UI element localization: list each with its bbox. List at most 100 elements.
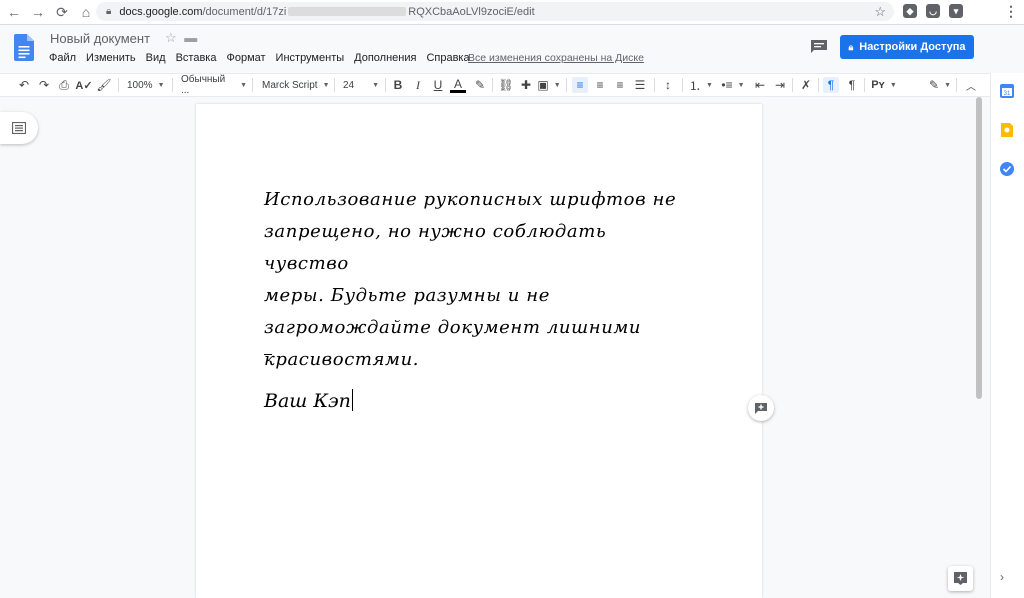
forward-icon[interactable]: → [28,2,48,22]
document-outline-button[interactable] [0,112,38,144]
align-left-icon[interactable]: ≡ [572,77,588,93]
side-panel [990,73,1024,598]
align-justify-icon[interactable]: ☰ [632,77,648,93]
toolbar-divider [818,78,819,92]
signature-dash [264,354,272,355]
align-center-icon[interactable]: ≡ [592,77,608,93]
zoom-value: 100% [127,79,153,91]
explore-button[interactable] [948,566,973,591]
chevron-down-icon: ▼ [944,81,951,89]
toolbar-divider [118,78,119,92]
print-icon[interactable]: ⎙ [56,77,72,93]
url-host: docs.google.com [119,5,203,18]
chevron-down-icon: ▼ [737,81,745,89]
line-spacing-icon[interactable]: ↕ [660,77,676,93]
share-label: Настройки Доступа [859,41,966,53]
chevron-right-icon[interactable]: › [1000,570,1004,584]
link-icon[interactable]: ⛓︎ [498,77,514,93]
chevron-down-icon: ▼ [322,81,330,89]
paragraph-line: меры. Будьте разумны и не [264,285,551,306]
document-body[interactable]: Использование рукописных шрифтов не запр… [264,184,694,376]
style-value: Обычный ... [181,74,226,96]
menu-addons[interactable]: Дополнения [354,52,416,64]
add-comment-button[interactable] [748,395,774,421]
comments-icon[interactable] [810,39,828,53]
chevron-down-icon: ▼ [240,81,247,89]
font-select[interactable]: Marck Script ▼ [262,77,330,93]
url-path-start: /document/d/17zi [202,5,287,18]
tasks-icon[interactable] [1000,162,1014,176]
rtl-paragraph-icon[interactable]: ¶ [844,77,860,93]
home-icon[interactable]: ⌂ [76,2,96,22]
ltr-paragraph-icon[interactable]: ¶ [823,77,839,93]
back-icon[interactable]: ← [4,2,24,22]
decrease-indent-icon[interactable]: ⇤ [752,77,768,93]
keep-icon[interactable] [1000,123,1014,137]
url-redacted [288,7,407,16]
text-cursor [351,389,353,411]
redo-icon[interactable]: ↷ [36,77,52,93]
bookmark-star-icon[interactable]: ☆ [874,4,886,20]
save-status-link[interactable]: Все изменения сохранены на Диске [468,52,644,64]
share-button[interactable]: 🔒︎ Настройки Доступа [840,35,974,59]
paragraph-line: запрещено, но нужно соблюдать чувство [264,221,607,274]
text-color-icon[interactable]: A [450,77,466,93]
scrollbar-thumb[interactable] [976,97,982,399]
insert-comment-icon[interactable]: ✚ [518,77,534,93]
numbered-list-icon[interactable]: ⒈ ▼ [688,77,714,93]
formatting-toolbar: ↶ ↷ ⎙ A✓ 🖌︎ 100% ▼ Обычный ... ▼ Marck Scr… [0,73,990,97]
bold-icon[interactable]: B [390,77,406,93]
insert-image-icon[interactable]: ▣ ▼ [537,77,560,93]
reload-icon[interactable]: ⟳ [52,2,72,22]
pocket-icon[interactable]: ◡ [926,4,940,18]
increase-indent-icon[interactable]: ⇥ [772,77,788,93]
signature-line: Ваш Кэп [264,389,353,412]
shield-icon[interactable]: ▾ [949,4,963,18]
title-icons: ☆ ▬ [165,30,197,46]
document-page[interactable]: Использование рукописных шрифтов не запр… [196,104,762,598]
paint-format-icon[interactable]: 🖌︎ [96,77,112,93]
font-size-value: 24 [343,79,355,91]
chevron-down-icon: ▼ [889,81,897,89]
highlight-icon[interactable]: ✎ [472,77,488,93]
bulleted-list-icon[interactable]: •≡ ▼ [720,77,746,93]
menu-insert[interactable]: Вставка [176,52,217,64]
toolbar-divider [864,78,865,92]
paragraph-line: Использование рукописных шрифтов не [264,189,677,210]
lock-icon: 🔒︎ [106,6,112,17]
underline-icon[interactable]: U [430,77,446,93]
calendar-icon[interactable]: 31 [1000,84,1014,98]
toolbar-divider [956,78,957,92]
toolbar-divider [566,78,567,92]
collapse-menus-icon[interactable]: ︿ [963,77,979,93]
url-path-end: RQXCbaAoLVl9zociE/edit [408,5,535,18]
style-select[interactable]: Обычный ... ▼ [181,74,247,96]
menu-format[interactable]: Формат [226,52,265,64]
italic-icon[interactable]: I [410,77,426,93]
menu-view[interactable]: Вид [146,52,166,64]
font-size-select[interactable]: 24 ▼ [343,77,383,93]
lock-icon: 🔒︎ [848,41,854,52]
svg-text:31: 31 [1004,91,1011,97]
undo-icon[interactable]: ↶ [16,77,32,93]
input-tools-icon[interactable]: Pʏ ▼ [871,77,897,93]
clear-formatting-icon[interactable]: ✗ [798,77,814,93]
align-right-icon[interactable]: ≡ [612,77,628,93]
address-bar[interactable]: 🔒︎ docs.google.com /document/d/17zi RQXC… [96,2,894,21]
spellcheck-icon[interactable]: A✓ [75,77,92,93]
star-icon[interactable]: ☆ [165,30,177,45]
chevron-down-icon: ▼ [372,81,380,89]
menu-file[interactable]: Файл [49,52,76,64]
docs-logo-icon[interactable] [14,34,34,61]
editing-mode-icon[interactable]: ✎ ▼ [928,77,952,93]
zoom-select[interactable]: 100% ▼ [127,77,169,93]
toolbar-divider [654,78,655,92]
extension-icon[interactable]: ◆ [903,4,917,18]
folder-icon[interactable]: ▬ [184,30,197,45]
paragraph-line: красивостями. [264,349,420,370]
menu-help[interactable]: Справка [426,52,469,64]
browser-menu-icon[interactable]: ⋮ [1004,3,1018,19]
menu-tools[interactable]: Инструменты [276,52,345,64]
menu-edit[interactable]: Изменить [86,52,136,64]
document-title[interactable]: Новый документ [50,31,150,46]
